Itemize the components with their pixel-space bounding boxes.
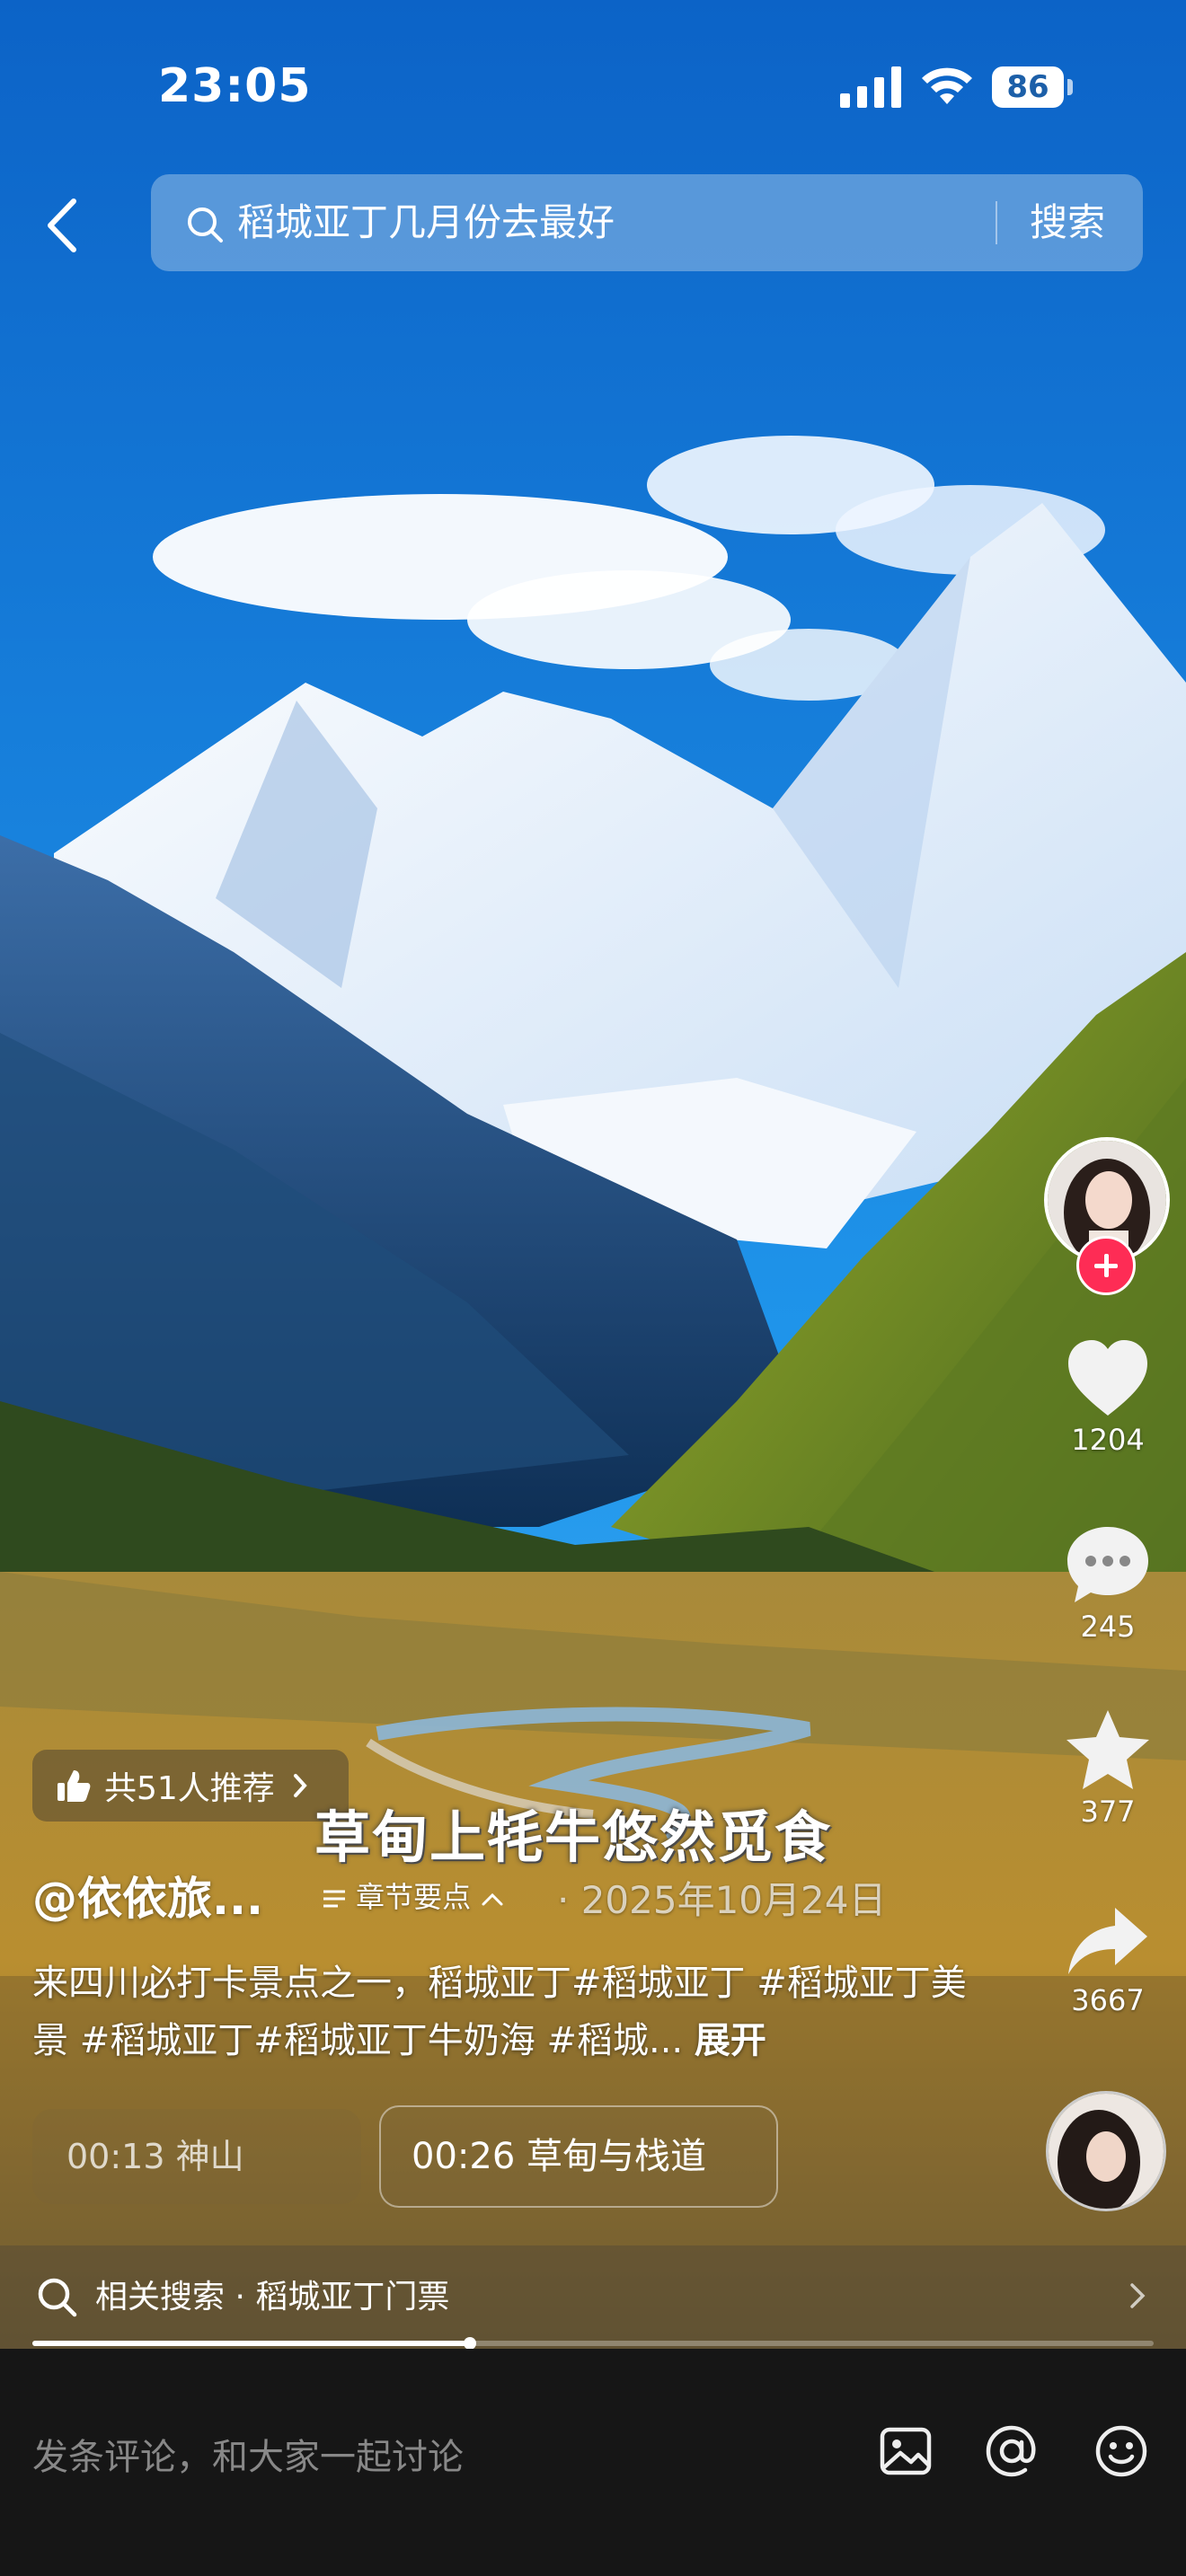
battery-level: 86 [992, 66, 1064, 108]
share-icon [1068, 1908, 1147, 1974]
share-button[interactable]: 3667 [1040, 1904, 1175, 2017]
search-input[interactable]: 稻城亚丁几月份去最好 [237, 196, 615, 250]
video-description[interactable]: 来四川必打卡景点之一，稻城亚丁#稻城亚丁 #稻城亚丁美景 #稻城亚丁#稻城亚丁牛… [32, 1954, 967, 2069]
comment-button[interactable]: 245 [1040, 1523, 1175, 1644]
wifi-icon [922, 67, 972, 104]
search-bar[interactable]: 稻城亚丁几月份去最好 搜索 [151, 174, 1143, 271]
chevron-right-icon [293, 1774, 307, 1797]
recommend-pill[interactable]: 共51人推荐 [32, 1750, 349, 1822]
chevron-up-icon [482, 1892, 503, 1906]
recommend-text: 共51人推荐 [104, 1770, 275, 1807]
image-icon[interactable] [877, 2422, 934, 2480]
expand-button[interactable]: 展开 [695, 2020, 766, 2061]
search-divider [996, 201, 997, 244]
like-button[interactable]: 1204 [1040, 1338, 1175, 1457]
chapter-item-active[interactable]: 00:26 草甸与栈道 [379, 2105, 778, 2208]
like-count: 1204 [1071, 1423, 1145, 1457]
back-icon[interactable] [40, 196, 86, 255]
emoji-icon[interactable] [1093, 2422, 1150, 2480]
search-button[interactable]: 搜索 [1030, 196, 1105, 250]
list-icon [323, 1890, 345, 1908]
heart-icon [1068, 1340, 1147, 1416]
battery-cap [1067, 79, 1073, 95]
chapters-label: 章节要点 [356, 1880, 472, 1914]
favorite-button[interactable]: 377 [1040, 1708, 1175, 1829]
share-count: 3667 [1071, 1983, 1145, 2017]
chapter-item[interactable]: 00:13 神山 [32, 2109, 361, 2204]
comment-bar: 发条评论，和大家一起讨论 [0, 2349, 1186, 2576]
comment-input[interactable]: 发条评论，和大家一起讨论 [32, 2428, 464, 2480]
chapters-toggle[interactable]: 章节要点 [322, 1875, 505, 1916]
post-date: · 2025年10月24日 [557, 1878, 887, 1922]
at-icon[interactable] [983, 2422, 1040, 2480]
description-text: 来四川必打卡景点之一，稻城亚丁#稻城亚丁 #稻城亚丁美景 #稻城亚丁#稻城亚丁牛… [32, 1963, 967, 2061]
video-caption: 草甸上牦牛悠然觅食 [314, 1804, 833, 1870]
related-search-bar[interactable]: 相关搜索 · 稻城亚丁门票 [0, 2245, 1186, 2349]
author-name[interactable]: @依依旅... [32, 1863, 263, 1928]
progress-fill [32, 2341, 470, 2346]
favorite-count: 377 [1080, 1795, 1136, 1829]
battery-indicator: 86 [992, 66, 1073, 108]
status-bar: 23:05 86 [0, 0, 1186, 171]
video-progress-bar[interactable] [32, 2337, 1154, 2350]
related-search-text: 相关搜索 · 稻城亚丁门票 [95, 2279, 450, 2316]
music-disc[interactable] [1046, 2091, 1166, 2211]
progress-handle[interactable] [463, 2337, 476, 2350]
comment-count: 245 [1080, 1610, 1136, 1644]
chevron-right-icon [1130, 2283, 1146, 2308]
thumbs-up-icon [58, 1770, 91, 1802]
cellular-signal-icon [840, 66, 901, 108]
follow-button[interactable] [1076, 1236, 1136, 1295]
comment-icon [1067, 1527, 1148, 1602]
status-time: 23:05 [158, 59, 312, 113]
search-icon [38, 2278, 77, 2317]
star-icon [1067, 1710, 1149, 1789]
music-cover-image [1049, 2094, 1164, 2209]
search-icon [188, 207, 223, 243]
